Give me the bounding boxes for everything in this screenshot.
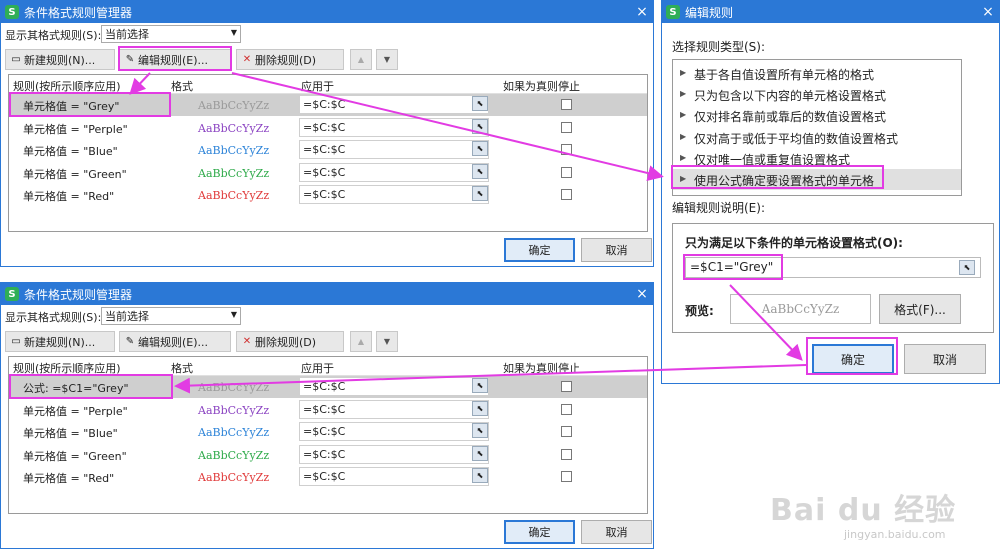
baidu-watermark-logo: Bai du 经验 xyxy=(770,493,957,528)
baidu-watermark-url: jingyan.baidu.com xyxy=(844,528,946,541)
arrow-ok-to-result xyxy=(174,364,807,394)
arrow-to-edit-rule-dialog xyxy=(231,72,664,181)
annotation-arrows xyxy=(129,72,807,394)
arrow-edit-to-grey xyxy=(129,72,151,95)
arrow-input-to-ok xyxy=(729,284,803,361)
